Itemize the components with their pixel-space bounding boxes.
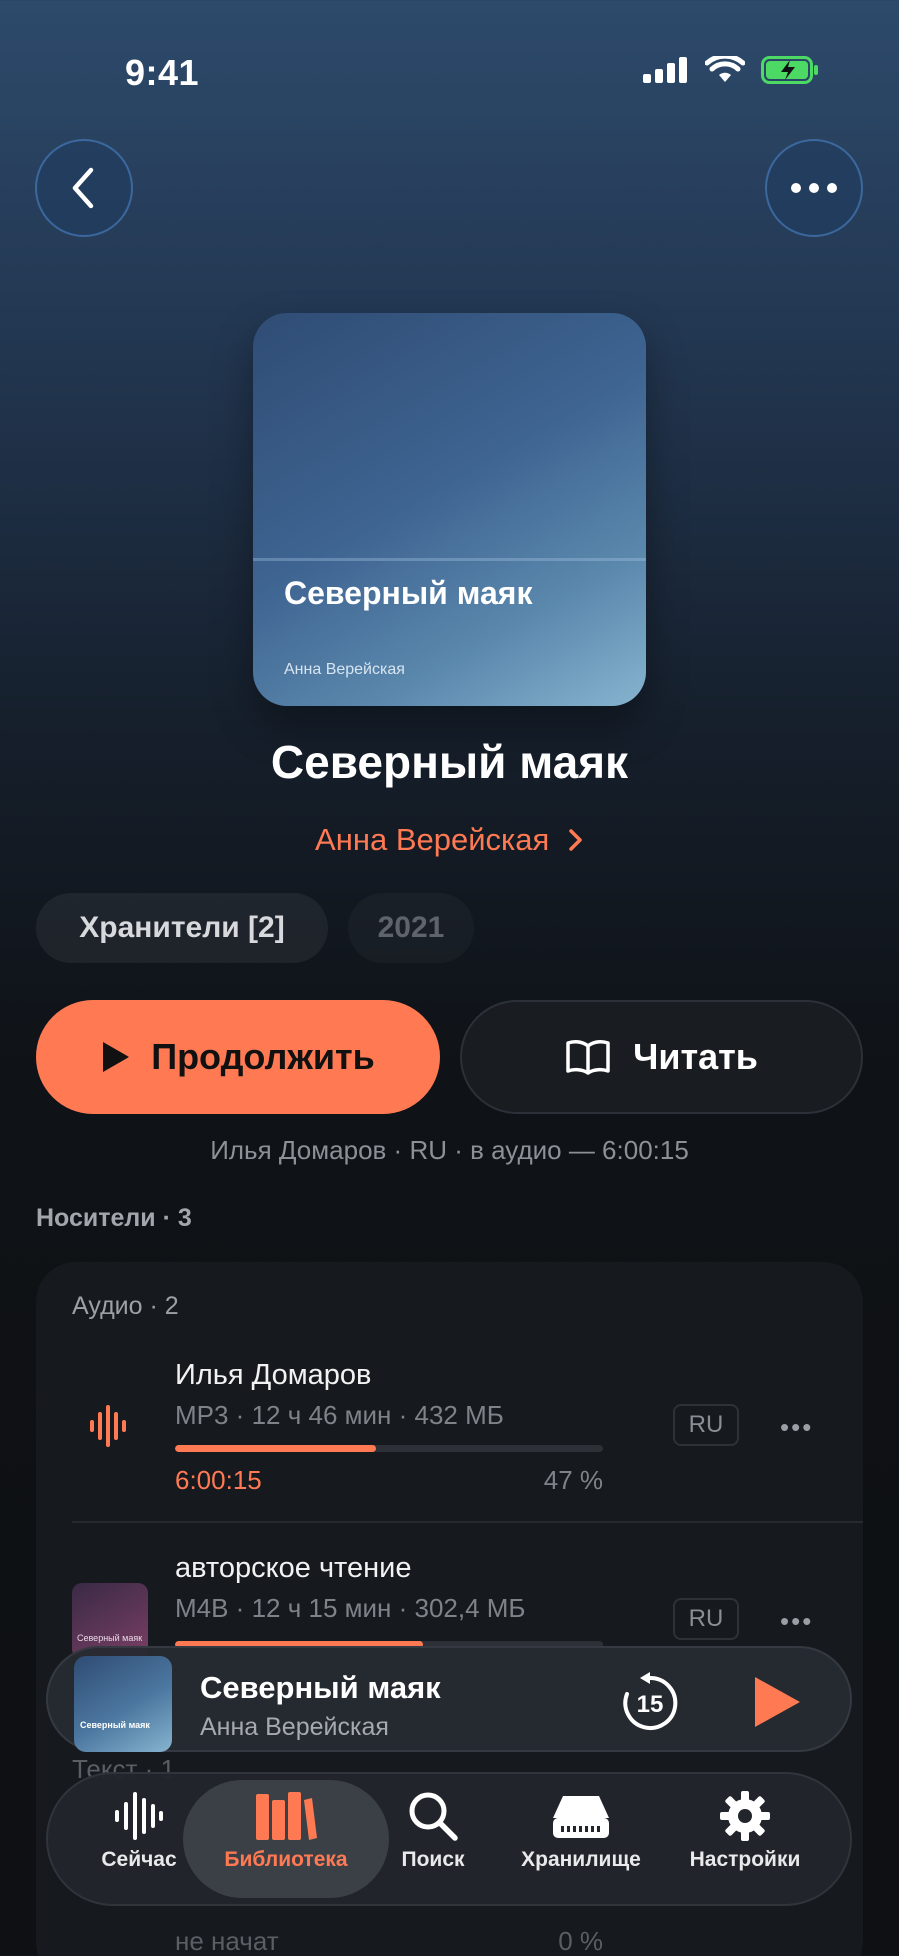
track-divider: [72, 1521, 863, 1523]
cellular-signal-icon: [643, 57, 687, 83]
continue-label: Продолжить: [151, 1036, 375, 1077]
books-icon: [256, 1792, 317, 1840]
cover-title: Северный маяк: [284, 575, 533, 611]
track-2-name[interactable]: авторское чтение: [175, 1552, 411, 1585]
mini-player-author: Анна Верейская: [200, 1713, 389, 1741]
status-time: 9:41: [125, 52, 200, 93]
chevron-right-icon: [569, 829, 582, 851]
series-chip[interactable]: Хранители [2]: [36, 893, 328, 963]
audio-waveform-icon: [88, 1403, 128, 1454]
tab-storage[interactable]: Хранилище: [510, 1790, 652, 1872]
chevron-left-icon: [72, 167, 94, 209]
track-1-progress: [175, 1445, 603, 1452]
mini-cover-text: Северный маяк: [80, 1720, 150, 1730]
narration-meta: Илья Домаров · RU · в аудио — 6:00:15: [210, 1135, 689, 1165]
track-2-meta: M4B · 12 ч 15 мин · 302,4 МБ: [175, 1593, 526, 1623]
mini-play-button[interactable]: [752, 1675, 802, 1734]
status-icons: [643, 56, 819, 84]
read-button[interactable]: Читать: [460, 1000, 863, 1114]
text-status: не начат: [175, 1926, 279, 1956]
tab-search[interactable]: Поиск: [392, 1790, 474, 1872]
more-dots-icon: [791, 183, 837, 193]
year-chip: 2021: [348, 893, 474, 963]
waveform-icon: [115, 1792, 163, 1840]
track-1-position: 6:00:15: [175, 1465, 262, 1495]
book-title: Северный маяк: [270, 736, 629, 788]
cover-divider: [253, 558, 646, 561]
mini-player-title: Северный маяк: [200, 1670, 441, 1705]
track-2-cover-text: Северный маяк: [77, 1633, 143, 1643]
text-percent: 0 %: [558, 1926, 603, 1956]
read-label: Читать: [633, 1036, 758, 1077]
cover-author: Анна Верейская: [284, 661, 405, 678]
gear-icon: [720, 1791, 770, 1841]
author-name: Анна Верейская: [315, 822, 550, 857]
tab-search-label: Поиск: [401, 1848, 465, 1871]
author-link[interactable]: Анна Верейская: [0, 822, 899, 858]
track-1-language-badge: RU: [673, 1404, 739, 1446]
tab-now[interactable]: Сейчас: [92, 1790, 186, 1872]
book-cover: Северный маяк Анна Верейская: [253, 313, 646, 706]
skip-seconds-text: 15: [637, 1691, 664, 1718]
tab-settings-label: Настройки: [689, 1848, 801, 1871]
battery-charging-icon: [761, 56, 818, 84]
track-1-progress-fill: [175, 1445, 377, 1452]
mini-player-cover: Северный маяк: [74, 1656, 172, 1752]
more-options-button[interactable]: [765, 139, 863, 237]
play-icon: [103, 1042, 130, 1072]
play-icon: [755, 1677, 800, 1727]
book-open-icon: [566, 1040, 610, 1075]
rewind-15-icon: 15: [623, 1672, 678, 1730]
storage-icon: [553, 1796, 609, 1838]
wifi-icon: [705, 56, 745, 82]
tab-settings[interactable]: Настройки: [680, 1790, 810, 1872]
track-1-meta: MP3 · 12 ч 46 мин · 432 МБ: [175, 1400, 504, 1430]
track-2-language-badge: RU: [673, 1598, 739, 1640]
track-1-more-button[interactable]: •••: [780, 1412, 813, 1443]
back-button[interactable]: [35, 139, 133, 237]
tab-library-label: Библиотека: [224, 1848, 348, 1871]
continue-button[interactable]: Продолжить: [36, 1000, 440, 1114]
tab-now-label: Сейчас: [101, 1848, 177, 1871]
audio-subsection-title: Аудио · 2: [72, 1292, 179, 1320]
track-2-more-button[interactable]: •••: [780, 1606, 813, 1637]
track-1-name[interactable]: Илья Домаров: [175, 1359, 371, 1392]
search-icon: [409, 1792, 458, 1841]
tab-library[interactable]: Библиотека: [208, 1790, 364, 1872]
skip-back-15-button[interactable]: 15: [618, 1670, 682, 1734]
media-section-title: Носители · 3: [36, 1204, 192, 1232]
tab-storage-label: Хранилище: [521, 1848, 641, 1871]
waveform-active-icon: [90, 1405, 126, 1447]
track-1-percent: 47 %: [543, 1465, 603, 1495]
